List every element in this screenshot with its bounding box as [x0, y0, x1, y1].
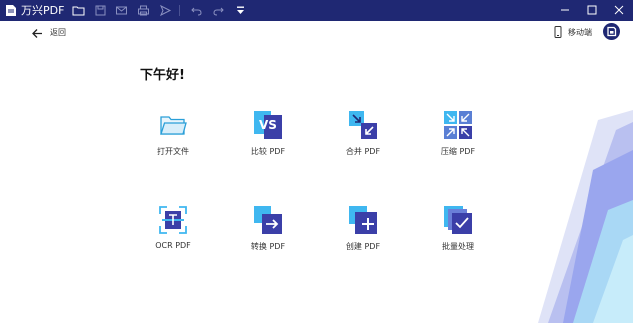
compare-icon: VS — [254, 111, 282, 139]
open-folder-icon[interactable] — [72, 4, 85, 17]
batch-icon — [444, 206, 472, 234]
toolbar-divider — [179, 5, 180, 16]
tool-label: 创建 PDF — [345, 242, 381, 251]
open-folder-icon — [160, 116, 187, 135]
back-label: 返回 — [50, 28, 66, 37]
create-icon — [349, 206, 377, 234]
tool-merge-pdf[interactable]: 合并 PDF — [328, 110, 398, 170]
tool-label: 转换 PDF — [250, 242, 286, 251]
tool-compare-pdf[interactable]: VS 比较 PDF — [233, 110, 303, 170]
mobile-label: 移动端 — [568, 27, 592, 37]
share-icon[interactable] — [159, 4, 172, 17]
mail-icon[interactable] — [115, 4, 128, 17]
tool-open-file[interactable]: 打开文件 — [138, 110, 208, 170]
back-button[interactable]: 返回 — [31, 25, 66, 41]
ocr-icon — [159, 206, 187, 234]
user-account-icon — [607, 26, 617, 37]
tool-ocr-pdf[interactable]: OCR PDF — [138, 205, 208, 265]
mobile-button[interactable]: 移动端 — [553, 24, 592, 40]
print-icon[interactable] — [137, 4, 150, 17]
greeting: 下午好! — [140, 68, 185, 83]
tool-label: 合并 PDF — [345, 147, 381, 156]
avatar[interactable] — [603, 23, 620, 40]
app-logo-icon — [6, 5, 16, 16]
tool-label: 打开文件 — [157, 147, 189, 156]
tool-compress-pdf[interactable]: 压缩 PDF — [423, 110, 493, 170]
decorative-papers-illustration — [538, 110, 633, 323]
arrow-left-icon — [32, 28, 42, 38]
save-icon[interactable] — [94, 4, 107, 17]
tool-batch-process[interactable]: 批量处理 — [423, 205, 493, 265]
tool-label: 批量处理 — [442, 242, 474, 251]
undo-icon[interactable] — [190, 4, 203, 17]
minimize-button[interactable] — [558, 3, 572, 17]
tool-label: 压缩 PDF — [440, 147, 476, 156]
tool-label: OCR PDF — [155, 241, 191, 250]
svg-text:VS: VS — [259, 118, 277, 132]
close-button[interactable] — [612, 3, 626, 17]
dropdown-icon[interactable] — [234, 4, 247, 17]
redo-icon[interactable] — [212, 4, 225, 17]
compress-icon — [444, 111, 472, 139]
tool-label: 比较 PDF — [250, 147, 286, 156]
tool-convert-pdf[interactable]: 转换 PDF — [233, 205, 303, 265]
app-title: 万兴PDF — [21, 4, 65, 17]
title-bar: 万兴PDF — [0, 0, 633, 21]
merge-icon — [349, 111, 377, 139]
tool-create-pdf[interactable]: 创建 PDF — [328, 205, 398, 265]
phone-icon — [554, 26, 562, 38]
maximize-button[interactable] — [585, 3, 599, 17]
convert-icon — [254, 206, 282, 234]
